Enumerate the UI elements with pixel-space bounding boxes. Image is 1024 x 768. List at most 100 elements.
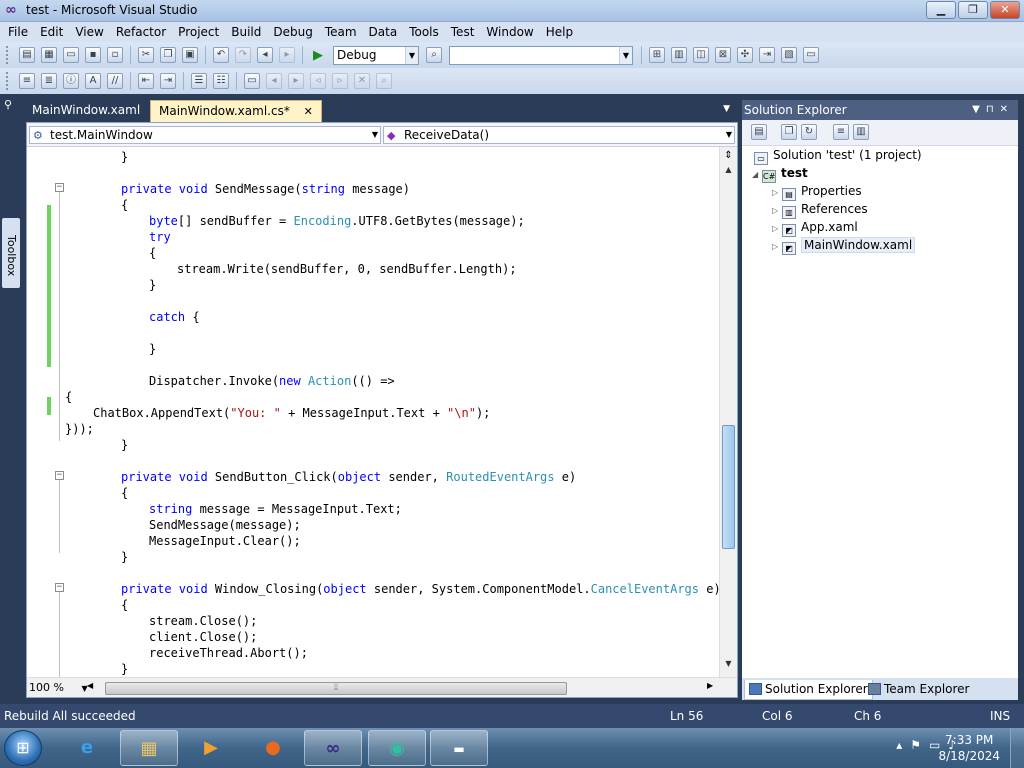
pin-icon[interactable]: ⚲ [4, 98, 12, 111]
menu-debug[interactable]: Debug [267, 22, 318, 42]
undo-icon[interactable]: ↶ [213, 47, 229, 63]
internet-explorer-icon[interactable]: e [58, 730, 116, 766]
redo-icon[interactable]: ↷ [235, 47, 251, 63]
save-icon[interactable]: ▪ [85, 47, 101, 63]
start-page-icon[interactable]: ⇥ [759, 47, 775, 63]
previous-bookmark-icon[interactable]: ◂ [266, 73, 282, 89]
toggle-bookmark-icon[interactable]: ▭ [244, 73, 260, 89]
visual-studio-taskbar-icon[interactable]: ∞ [304, 730, 362, 766]
menu-window[interactable]: Window [480, 22, 539, 42]
copy-icon[interactable]: ❐ [160, 47, 176, 63]
vertical-scrollbar[interactable]: ⇕ ▲ ▼ [719, 147, 737, 677]
menu-view[interactable]: View [69, 22, 109, 42]
collapse-icon[interactable]: − [55, 583, 64, 592]
show-desktop-button[interactable] [1010, 728, 1024, 768]
tab-team-explorer[interactable]: Team Explorer [864, 680, 974, 700]
navigate-backward-icon[interactable]: ◂ [257, 47, 273, 63]
code-area[interactable]: − − − } private void SendMessage(string m… [27, 147, 719, 677]
start-button[interactable]: ⊞ [4, 730, 42, 766]
tree-node-app-xaml[interactable]: ▷ ◩ App.xaml [772, 218, 858, 237]
tree-node-solution[interactable]: ▭ Solution 'test' (1 project) [754, 146, 922, 165]
menu-refactor[interactable]: Refactor [110, 22, 172, 42]
display-object-members-icon[interactable]: ≡ [19, 73, 35, 89]
tree-node-mainwindow-xaml[interactable]: ▷ ◩ MainWindow.xaml [772, 236, 916, 256]
extension-manager-icon[interactable]: ✣ [737, 47, 753, 63]
tree-node-project[interactable]: ◢ C# test [752, 164, 808, 184]
menu-data[interactable]: Data [363, 22, 404, 42]
previous-bookmark-folder-icon[interactable]: ◃ [310, 73, 326, 89]
menu-team[interactable]: Team [319, 22, 363, 42]
close-button[interactable]: ✕ [990, 1, 1020, 19]
menu-tools[interactable]: Tools [403, 22, 445, 42]
toolbar-grip[interactable] [6, 46, 10, 64]
horizontal-scroll-thumb[interactable]: ⦙⦙ [105, 682, 567, 695]
next-bookmark-icon[interactable]: ▸ [288, 73, 304, 89]
toolbar-grip[interactable] [6, 72, 10, 90]
save-all-icon[interactable]: ▫ [107, 47, 123, 63]
panel-controls[interactable]: ▼⊓✕ [972, 100, 1014, 120]
show-all-files-icon[interactable]: ❐ [781, 124, 797, 140]
scroll-thumb[interactable] [722, 425, 735, 549]
increase-indent-icon[interactable]: ⇥ [160, 73, 176, 89]
app-taskbar-icon[interactable]: ◉ [368, 730, 426, 766]
menu-help[interactable]: Help [540, 22, 579, 42]
close-tab-icon[interactable]: ✕ [304, 105, 313, 118]
splitter-icon[interactable]: ⇕ [722, 149, 735, 162]
collapse-icon[interactable]: − [55, 183, 64, 192]
comment-out-icon[interactable]: ☰ [191, 73, 207, 89]
minimize-button[interactable]: ▁ [926, 1, 956, 19]
command-window-icon[interactable]: ▧ [781, 47, 797, 63]
comment-lines-icon[interactable]: // [107, 73, 123, 89]
add-item-icon[interactable]: ▦ [41, 47, 57, 63]
uncomment-icon[interactable]: ☷ [213, 73, 229, 89]
zoom-combo[interactable]: 100 % ▼ [29, 680, 88, 697]
tab-mainwindow-xaml[interactable]: MainWindow.xaml [24, 100, 148, 122]
collapse-arrow-icon[interactable]: ◢ [752, 166, 762, 184]
object-browser-icon[interactable]: ◫ [693, 47, 709, 63]
view-designer-icon[interactable]: ▥ [853, 124, 869, 140]
refresh-icon[interactable]: ↻ [801, 124, 817, 140]
menu-project[interactable]: Project [172, 22, 225, 42]
menu-test[interactable]: Test [445, 22, 481, 42]
scroll-down-icon[interactable]: ▼ [722, 659, 735, 671]
paste-icon[interactable]: ▣ [182, 47, 198, 63]
system-clock[interactable]: 7:33 PM 8/18/2024 [938, 732, 1000, 764]
tab-mainwindow-xaml-cs[interactable]: MainWindow.xaml.cs* ✕ [150, 100, 322, 122]
members-combo[interactable]: ◆ ReceiveData() ▼ [383, 126, 735, 144]
view-code-icon[interactable]: ≡ [833, 124, 849, 140]
toolbox-icon[interactable]: ⊠ [715, 47, 731, 63]
new-project-icon[interactable]: ▤ [19, 47, 35, 63]
menu-file[interactable]: File [2, 22, 34, 42]
find-in-files-icon[interactable]: ⌕ [426, 47, 442, 63]
tree-node-properties[interactable]: ▷ ▤ Properties [772, 182, 862, 201]
scroll-up-icon[interactable]: ▲ [722, 165, 735, 177]
active-files-dropdown-icon[interactable]: ▼ [723, 104, 730, 114]
clear-bookmarks-icon[interactable]: ✕ [354, 73, 370, 89]
parameter-info-icon[interactable]: ≣ [41, 73, 57, 89]
toolbox-tab[interactable]: Toolbox [2, 218, 20, 288]
expand-arrow-icon[interactable]: ▷ [772, 238, 782, 256]
firefox-icon[interactable]: ● [244, 730, 302, 766]
command-prompt-icon[interactable]: ▬ [430, 730, 488, 766]
maximize-button[interactable]: ❐ [958, 1, 988, 19]
solution-explorer-icon[interactable]: ⊞ [649, 47, 665, 63]
solution-configuration-select[interactable]: Debug ▼ [333, 45, 419, 65]
types-combo[interactable]: ⚙ test.MainWindow ▼ [29, 126, 381, 144]
collapse-icon[interactable]: − [55, 471, 64, 480]
more-windows-icon[interactable]: ▭ [803, 47, 819, 63]
properties-window-icon[interactable]: ▥ [671, 47, 687, 63]
properties-icon[interactable]: ▤ [751, 124, 767, 140]
quick-info-icon[interactable]: ⓘ [63, 73, 79, 89]
file-explorer-icon[interactable]: ▦ [120, 730, 178, 766]
tree-node-references[interactable]: ▷ ▥ References [772, 200, 868, 219]
find-bookmark-icon[interactable]: ⌕ [376, 73, 392, 89]
start-debugging-icon[interactable]: ▶ [311, 48, 325, 63]
decrease-indent-icon[interactable]: ⇤ [138, 73, 154, 89]
word-completion-icon[interactable]: A [85, 73, 101, 89]
cut-icon[interactable]: ✂ [138, 47, 154, 63]
open-file-icon[interactable]: ▭ [63, 47, 79, 63]
media-player-icon[interactable]: ▶ [182, 730, 240, 766]
scroll-right-icon[interactable]: ▶ [707, 681, 713, 690]
navigate-forward-icon[interactable]: ▸ [279, 47, 295, 63]
scroll-left-icon[interactable]: ◀ [87, 681, 93, 690]
